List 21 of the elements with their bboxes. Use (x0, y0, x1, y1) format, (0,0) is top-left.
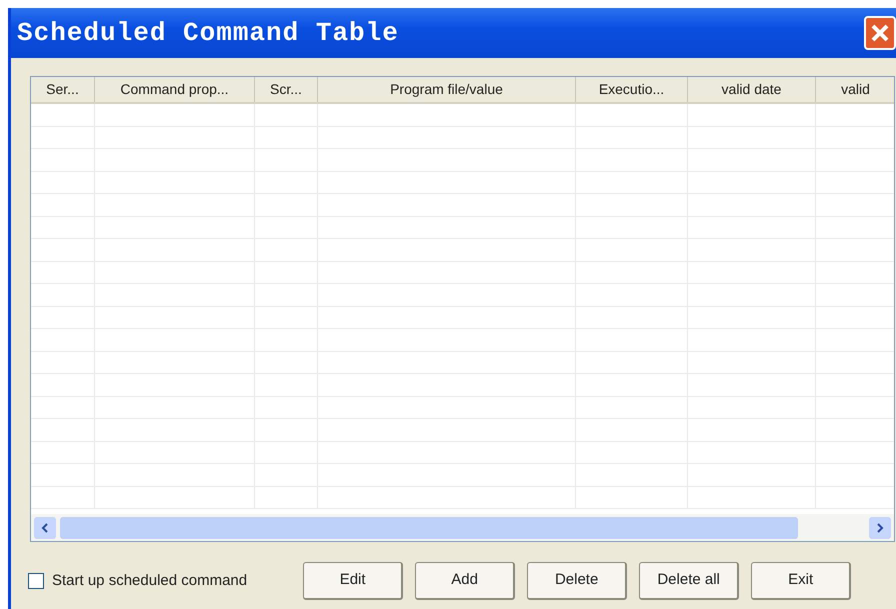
close-button[interactable] (864, 16, 896, 50)
window-title: Scheduled Command Table (17, 16, 399, 50)
action-button[interactable]: Exit (751, 562, 852, 600)
checkbox[interactable] (28, 573, 44, 589)
action-button[interactable]: Delete all (639, 562, 740, 600)
column-header[interactable]: Scr... (255, 77, 318, 102)
action-button[interactable]: Edit (303, 562, 404, 600)
scroll-left-button[interactable] (34, 516, 56, 538)
column-header[interactable]: Program file/value (318, 77, 576, 102)
action-button[interactable]: Delete (527, 562, 628, 600)
action-button[interactable]: Add (415, 562, 516, 600)
close-icon (870, 23, 890, 43)
checkbox-label[interactable]: Start up scheduled command (52, 570, 248, 592)
scroll-right-button[interactable] (869, 516, 891, 538)
column-header[interactable]: Ser... (31, 77, 95, 102)
scroll-thumb[interactable] (60, 516, 798, 538)
column-header[interactable]: valid (816, 77, 894, 102)
column-header[interactable]: Command prop... (95, 77, 255, 102)
column-header[interactable]: valid date (688, 77, 816, 102)
column-header[interactable]: Executio... (576, 77, 688, 102)
horizontal-scrollbar[interactable] (31, 514, 894, 541)
